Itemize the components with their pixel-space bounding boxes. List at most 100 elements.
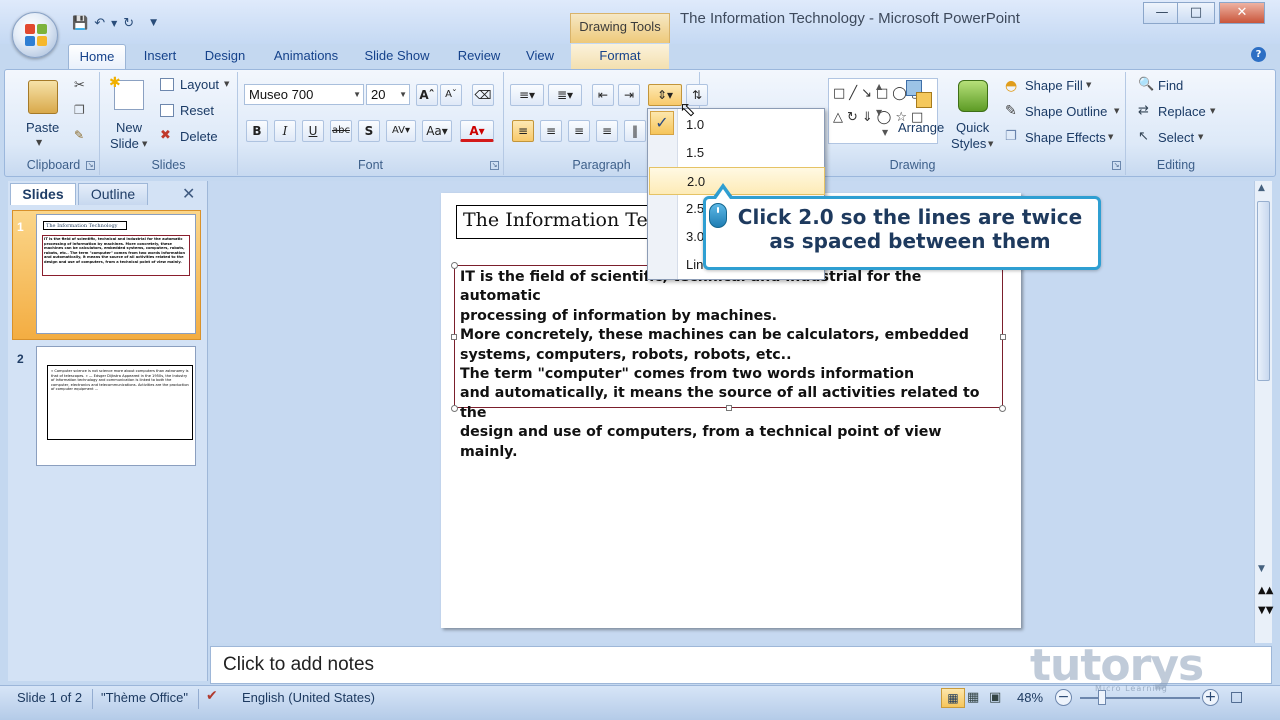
center-icon[interactable]: ≡ (540, 120, 562, 142)
quick-styles-icon[interactable] (958, 80, 988, 112)
increase-indent-icon[interactable]: ⇥ (618, 84, 640, 106)
shape-effects-button[interactable]: Shape Effects (1025, 130, 1106, 145)
grow-font-icon[interactable]: Aˆ (416, 84, 438, 106)
underline-icon[interactable]: U (302, 120, 324, 142)
shapes-more-icon[interactable]: ▼ (882, 128, 888, 137)
font-color-icon[interactable]: A▾ (460, 120, 494, 142)
new-slide-dropdown-icon[interactable]: ▼ (142, 140, 147, 148)
font-launcher-icon[interactable]: ↘ (490, 161, 499, 170)
quick-styles-label-2[interactable]: Styles (951, 136, 986, 151)
format-painter-icon[interactable]: ✎ (74, 128, 84, 142)
line-spacing-option-1-5[interactable]: 1.5 (649, 139, 825, 167)
bullets-icon[interactable]: ≡▾ (510, 84, 544, 106)
replace-dropdown-icon[interactable]: ▼ (1210, 107, 1215, 115)
spelling-check-icon[interactable]: ✔ (206, 688, 218, 704)
slide-thumbnail-1[interactable]: The Information Technology IT is the fie… (36, 214, 196, 334)
save-icon[interactable]: 💾 (72, 16, 88, 31)
tab-outline-panel[interactable]: Outline (78, 183, 148, 205)
tab-format[interactable]: Format (571, 44, 669, 70)
slide-thumbnail-2[interactable]: « Computer science is not science more a… (36, 346, 196, 466)
layout-dropdown-icon[interactable]: ▼ (224, 80, 229, 88)
zoom-in-icon[interactable]: + (1202, 689, 1219, 706)
paste-icon[interactable] (28, 80, 58, 114)
close-button[interactable]: ✕ (1219, 2, 1265, 24)
shape-outline-dropdown-icon[interactable]: ▼ (1114, 107, 1119, 115)
tab-design[interactable]: Design (196, 44, 254, 70)
strikethrough-icon[interactable]: abc (330, 120, 352, 142)
italic-icon[interactable]: I (274, 120, 296, 142)
shape-fill-button[interactable]: Shape Fill (1025, 78, 1083, 93)
paste-dropdown-icon[interactable]: ▼ (36, 138, 42, 147)
slideshow-view-icon[interactable]: ▣ (989, 690, 1001, 705)
font-size-select[interactable]: 20 ▼ (366, 84, 410, 105)
quick-styles-dropdown-icon[interactable]: ▼ (988, 140, 993, 148)
notes-placeholder[interactable]: Click to add notes (223, 654, 374, 676)
reset-icon[interactable] (160, 104, 174, 117)
tab-insert[interactable]: Insert (136, 44, 184, 70)
bold-icon[interactable]: B (246, 120, 268, 142)
delete-button[interactable]: Delete (180, 129, 218, 144)
paste-button[interactable]: Paste (26, 120, 59, 135)
line-spacing-option-1-0[interactable]: 1.0 (649, 111, 825, 139)
shape-fill-dropdown-icon[interactable]: ▼ (1086, 81, 1091, 89)
maximize-button[interactable]: □ (1177, 2, 1215, 24)
text-shadow-icon[interactable]: S (358, 120, 380, 142)
cut-icon[interactable]: ✂ (74, 78, 85, 93)
tab-slide-show[interactable]: Slide Show (358, 44, 436, 70)
zoom-level[interactable]: 48% (1017, 690, 1043, 705)
new-slide-label-1[interactable]: New (116, 120, 142, 135)
decrease-indent-icon[interactable]: ⇤ (592, 84, 614, 106)
slide-body-text[interactable]: IT is the field of scientific, technical… (460, 268, 1000, 462)
shape-effects-dropdown-icon[interactable]: ▼ (1108, 133, 1113, 141)
reset-button[interactable]: Reset (180, 103, 214, 118)
replace-button[interactable]: Replace (1158, 104, 1206, 119)
redo-icon[interactable]: ↻ (123, 16, 134, 31)
resize-handle-r[interactable] (1000, 334, 1006, 340)
shape-fill-icon[interactable]: ◓ (1005, 78, 1017, 94)
undo-icon[interactable]: ↶ (94, 16, 105, 31)
vertical-scrollbar[interactable]: ▲ ▼ ▲▲ ▼▼ (1254, 181, 1273, 643)
select-dropdown-icon[interactable]: ▼ (1198, 133, 1203, 141)
previous-slide-icon[interactable]: ▲▲ (1258, 585, 1273, 596)
change-case-icon[interactable]: Aa▾ (422, 120, 452, 142)
copy-icon[interactable]: ❐ (74, 103, 85, 117)
columns-icon[interactable]: ‖ (624, 120, 646, 142)
line-spacing-option-2-0[interactable]: 2.0 (649, 167, 825, 195)
help-icon[interactable]: ? (1251, 47, 1266, 62)
shape-effects-icon[interactable]: ❐ (1005, 129, 1017, 144)
next-slide-icon[interactable]: ▼▼ (1258, 605, 1273, 616)
find-button[interactable]: Find (1158, 78, 1183, 93)
resize-handle-tl[interactable] (451, 262, 458, 269)
scroll-up-icon[interactable]: ▲ (1258, 183, 1265, 193)
drawing-launcher-icon[interactable]: ↘ (1112, 161, 1121, 170)
line-spacing-icon[interactable]: ⇕▾ (648, 84, 682, 106)
scroll-thumb[interactable] (1257, 201, 1270, 381)
clear-formatting-icon[interactable]: ⌫ (472, 84, 494, 106)
shrink-font-icon[interactable]: Aˇ (440, 84, 462, 106)
office-button[interactable] (12, 12, 58, 58)
layout-icon[interactable] (160, 78, 174, 91)
select-button[interactable]: Select (1158, 130, 1194, 145)
find-icon[interactable]: 🔍 (1138, 77, 1154, 92)
tab-review[interactable]: Review (450, 44, 508, 70)
tab-view[interactable]: View (520, 44, 560, 70)
shape-outline-button[interactable]: Shape Outline (1025, 104, 1107, 119)
zoom-out-icon[interactable]: − (1055, 689, 1072, 706)
minimize-button[interactable]: — (1143, 2, 1181, 24)
arrange-button[interactable]: Arrange (898, 120, 944, 135)
justify-icon[interactable]: ≡ (596, 120, 618, 142)
tab-animations[interactable]: Animations (268, 44, 344, 70)
language-indicator[interactable]: English (United States) (242, 690, 375, 705)
select-icon[interactable]: ↖ (1138, 129, 1149, 144)
character-spacing-icon[interactable]: AV▾ (386, 120, 416, 142)
resize-handle-br[interactable] (999, 405, 1006, 412)
scroll-down-icon[interactable]: ▼ (1258, 564, 1265, 574)
delete-icon[interactable]: ✖ (160, 128, 171, 143)
shapes-scroll-up-icon[interactable]: ▲ (876, 82, 882, 91)
panel-close-icon[interactable]: ✕ (182, 184, 195, 203)
align-left-icon[interactable]: ≡ (512, 120, 534, 142)
normal-view-icon[interactable]: ▦ (941, 688, 965, 708)
slide-sorter-view-icon[interactable]: ▦ (967, 690, 979, 705)
new-slide-icon[interactable]: ✱ (109, 75, 144, 110)
arrange-icon[interactable] (906, 80, 936, 112)
